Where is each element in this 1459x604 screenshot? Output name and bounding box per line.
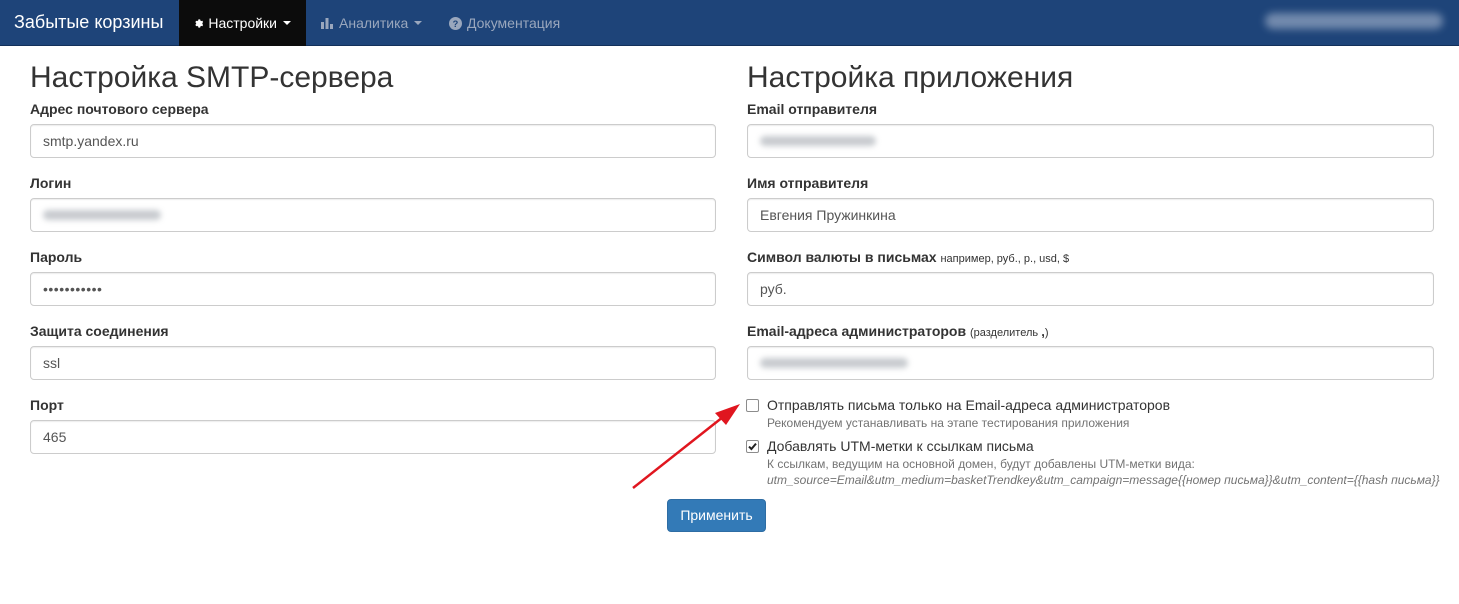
utm-help: К ссылкам, ведущим на основной домен, бу… [767,457,1195,471]
currency-input[interactable]: руб. [747,272,1434,306]
only-admins-checkbox[interactable] [746,399,759,412]
smtp-security-label: Защита соединения [30,323,169,339]
admin-emails-input[interactable] [747,346,1434,380]
utm-label[interactable]: Добавлять UTM-метки к ссылкам письма [767,438,1034,454]
chevron-down-icon [414,21,423,25]
only-admins-help: Рекомендуем устанавливать на этапе тести… [767,416,1130,430]
currency-label-text: Символ валюты в письмах [747,249,937,265]
sender-name-label: Имя отправителя [747,175,869,191]
smtp-host-label: Адрес почтового сервера [30,101,209,117]
smtp-security-input[interactable]: ssl [30,346,716,380]
utm-checkbox[interactable] [746,440,759,453]
sender-name-input[interactable]: Евгения Пружинкина [747,198,1434,232]
redacted-admin-emails [760,358,908,368]
top-navbar: Забытые корзины Настройки Аналитика ? До… [0,0,1459,46]
apply-button[interactable]: Применить [667,499,766,532]
smtp-login-input[interactable] [30,198,716,232]
sender-email-input[interactable] [747,124,1434,158]
app-section-title: Настройка приложения [747,61,1074,94]
svg-text:?: ? [453,19,459,29]
admin-emails-hint-prefix: (разделитель [969,327,1039,339]
redacted-login [43,210,161,220]
only-admins-label[interactable]: Отправлять письма только на Email-адреса… [767,397,1170,413]
smtp-section-title: Настройка SMTP-сервера [30,61,394,94]
smtp-login-label: Логин [30,175,72,191]
smtp-security-value: ssl [43,355,61,371]
brand-title[interactable]: Забытые корзины [14,0,163,46]
smtp-password-value: ••••••••••• [43,281,103,297]
admin-emails-hint-suffix: ) [1044,327,1049,339]
currency-hint: например, руб., р., usd, $ [940,253,1070,265]
sender-name-value: Евгения Пружинкина [760,207,896,223]
smtp-host-value: smtp.yandex.ru [43,133,139,149]
question-circle-icon: ? [449,16,462,30]
admin-emails-hint: (разделитель ,) [969,324,1049,339]
currency-value: руб. [760,281,787,297]
smtp-password-input[interactable]: ••••••••••• [30,272,716,306]
smtp-host-input[interactable]: smtp.yandex.ru [30,124,716,158]
nav-documentation-label: Документация [467,15,561,31]
nav-documentation[interactable]: ? Документация [434,0,575,46]
utm-example: utm_source=Email&utm_medium=basketTrendk… [767,473,1440,487]
redacted-sender-email [760,136,876,146]
admin-emails-label: Email-адреса администраторов (разделител… [747,323,1048,339]
nav-analytics-label: Аналитика [339,15,409,31]
nav-settings-label: Настройки [208,15,277,31]
nav-settings[interactable]: Настройки [179,0,306,46]
chevron-down-icon [283,21,291,25]
admin-emails-label-text: Email-адреса администраторов [747,323,967,339]
smtp-password-label: Пароль [30,249,83,265]
bar-chart-icon [321,18,333,29]
user-menu[interactable] [1265,13,1443,29]
smtp-port-value: 465 [43,429,67,445]
gear-icon [195,18,204,28]
smtp-port-label: Порт [30,397,64,413]
checkmark-icon [748,442,757,451]
nav-analytics[interactable]: Аналитика [306,0,437,46]
smtp-port-input[interactable]: 465 [30,420,716,454]
currency-label: Символ валюты в письмах например, руб., … [747,249,1069,265]
sender-email-label: Email отправителя [747,101,878,117]
